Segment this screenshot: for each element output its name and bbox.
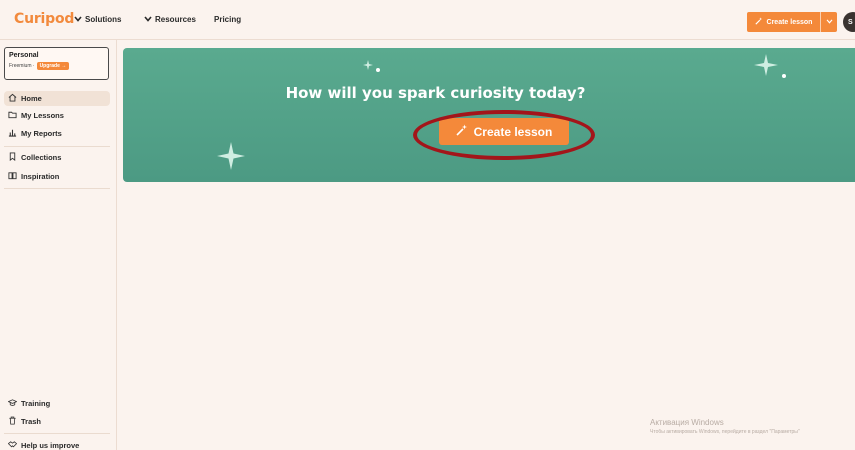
sidebar-item-label: Help us improve — [21, 441, 80, 450]
chevron-down-icon — [144, 15, 152, 24]
bookmark-icon — [8, 152, 17, 163]
sidebar-item-training[interactable]: Training — [4, 396, 110, 411]
sidebar-item-label: Trash — [21, 417, 42, 426]
watermark-subtitle: Чтобы активировать Windows, перейдите в … — [650, 429, 800, 435]
chevron-down-icon — [826, 18, 833, 26]
plan-tier: Freemium · — [9, 63, 35, 69]
plan-name: Personal — [9, 52, 39, 59]
book-open-icon — [8, 171, 17, 182]
nav-pricing-label: Pricing — [214, 15, 242, 24]
sidebar-item-home[interactable]: Home — [4, 91, 110, 106]
sidebar-item-my-lessons[interactable]: My Lessons — [4, 108, 110, 123]
graduation-cap-icon — [7, 398, 18, 409]
upgrade-label: Upgrade — [39, 63, 60, 69]
nav-resources-label: Resources — [155, 15, 196, 24]
windows-activation-watermark: Активация Windows Чтобы активировать Win… — [650, 418, 855, 435]
sidebar-item-inspiration[interactable]: Inspiration — [4, 169, 110, 184]
watermark-title: Активация Windows — [650, 418, 724, 427]
sidebar-item-label: My Reports — [21, 129, 62, 138]
curipod-logo[interactable]: Curipod — [14, 11, 74, 27]
home-icon — [8, 93, 17, 104]
user-avatar[interactable]: S — [843, 12, 855, 32]
nav-solutions-label: Solutions — [85, 15, 122, 24]
create-lesson-dropdown-toggle[interactable] — [821, 12, 837, 32]
sidebar-item-help-us-improve[interactable]: Help us improve — [4, 438, 110, 450]
sidebar-divider — [4, 146, 110, 147]
top-navigation-bar: Curipod Solutions Resources Pricing Crea… — [0, 0, 855, 40]
sparkle-icon — [217, 142, 245, 170]
sparkle-icon — [363, 60, 380, 72]
sidebar-divider — [4, 188, 110, 189]
sidebar: Personal Freemium · Upgrade → Home My Le… — [0, 40, 117, 450]
handshake-icon — [7, 440, 18, 450]
plan-row: Freemium · Upgrade → — [9, 62, 104, 70]
bar-chart-icon — [8, 128, 17, 139]
sidebar-divider — [4, 433, 110, 434]
magic-wand-icon — [754, 17, 763, 27]
upgrade-button[interactable]: Upgrade → — [36, 62, 70, 70]
highlight-annotation-ring — [413, 110, 595, 160]
trash-icon — [8, 416, 17, 427]
sidebar-item-label: Inspiration — [21, 172, 60, 181]
plan-card[interactable]: Personal Freemium · Upgrade → — [4, 47, 109, 80]
sidebar-item-trash[interactable]: Trash — [4, 414, 110, 429]
top-create-lesson-label: Create lesson — [766, 18, 813, 26]
sidebar-item-label: My Lessons — [21, 111, 64, 120]
chevron-down-icon — [74, 15, 82, 24]
folder-icon — [8, 110, 17, 121]
sidebar-item-label: Collections — [21, 153, 62, 162]
top-create-lesson-button[interactable]: Create lesson — [747, 12, 837, 32]
sparkle-icon — [754, 54, 786, 78]
sidebar-item-label: Training — [21, 399, 51, 408]
nav-solutions-menu[interactable]: Solutions — [74, 15, 121, 24]
sidebar-item-my-reports[interactable]: My Reports — [4, 126, 110, 141]
nav-pricing-link[interactable]: Pricing — [214, 15, 241, 24]
top-create-lesson-main[interactable]: Create lesson — [747, 12, 821, 32]
nav-resources-menu[interactable]: Resources — [144, 15, 196, 24]
hero-title: How will you spark curiosity today? — [285, 84, 586, 102]
sidebar-item-label: Home — [21, 94, 42, 103]
sidebar-item-collections[interactable]: Collections — [4, 150, 110, 165]
